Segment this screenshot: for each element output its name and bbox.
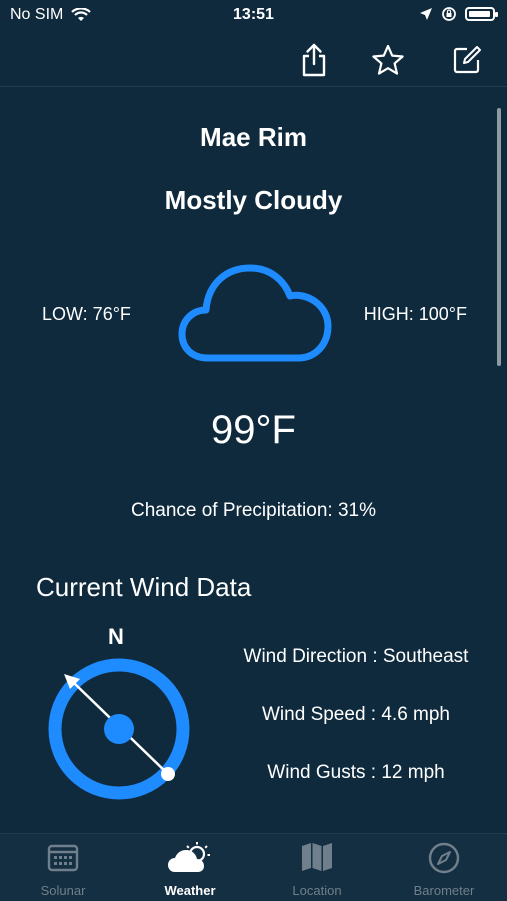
high-temperature: HIGH: 100°F (363, 304, 467, 324)
calendar-icon (47, 844, 79, 872)
tab-label: Barometer (413, 883, 475, 898)
wind-direction: Wind Direction : Southeast (243, 646, 469, 667)
current-temperature: 99°F (211, 408, 296, 452)
map-icon (302, 843, 332, 871)
edit-icon (453, 46, 481, 74)
precipitation-chance: Chance of Precipitation: 31% (130, 500, 377, 521)
tab-location[interactable]: Location (254, 834, 380, 901)
top-toolbar (0, 34, 507, 87)
tab-label: Weather (164, 883, 216, 898)
favorite-button[interactable] (368, 40, 408, 80)
compass-icon (428, 842, 460, 874)
status-right (419, 6, 498, 22)
wind-speed: Wind Speed : 4.6 mph (262, 704, 450, 725)
compass-north-label: N (108, 624, 124, 649)
cloud-icon (178, 264, 332, 362)
tab-barometer[interactable]: Barometer (381, 834, 507, 901)
location-title: Mae Rim (200, 122, 307, 152)
orientation-lock-icon (442, 7, 456, 21)
edit-button[interactable] (447, 40, 487, 80)
tab-weather[interactable]: Weather (127, 834, 253, 901)
wind-compass (48, 658, 190, 800)
tab-solunar[interactable]: Solunar (0, 834, 126, 901)
low-temperature: LOW: 76°F (42, 304, 131, 324)
tab-bar: Solunar Weather Location Barometer (0, 833, 507, 901)
tab-label: Location (292, 883, 342, 898)
status-bar: No SIM 13:51 (0, 0, 507, 32)
location-arrow-icon (420, 8, 432, 20)
condition-label: Mostly Cloudy (164, 185, 343, 215)
share-icon (302, 43, 326, 77)
partly-cloudy-icon (168, 842, 210, 872)
star-icon (372, 44, 404, 75)
tab-label: Solunar (40, 883, 86, 898)
share-button[interactable] (294, 40, 334, 80)
battery-icon (465, 7, 498, 21)
wind-gusts: Wind Gusts : 12 mph (267, 762, 445, 783)
wind-section-title: Current Wind Data (36, 572, 252, 602)
